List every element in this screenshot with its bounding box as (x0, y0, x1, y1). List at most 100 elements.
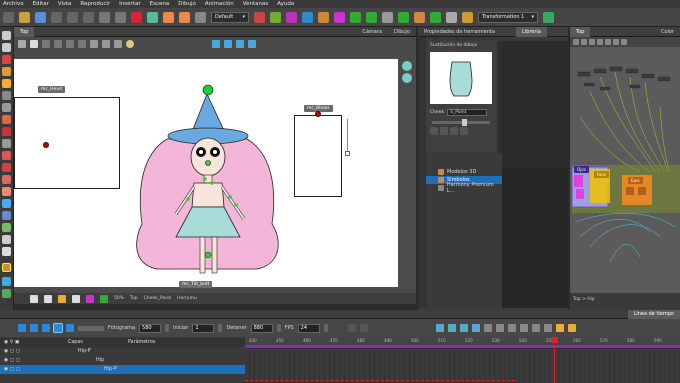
palette-icon[interactable] (462, 11, 473, 23)
detener-input[interactable]: 880 (250, 323, 273, 333)
shift-icon[interactable] (430, 11, 441, 23)
menu-item[interactable]: Vista (58, 1, 72, 7)
brush-tool-icon[interactable] (2, 55, 11, 64)
hand-tool-icon[interactable] (2, 235, 11, 244)
menu-item[interactable]: Editar (33, 1, 49, 7)
delete-drawing-icon[interactable] (460, 127, 468, 135)
keyframe-icon[interactable] (366, 11, 377, 23)
blinks-pivot-point[interactable] (315, 111, 321, 117)
tab-node-top[interactable]: Top (570, 26, 591, 37)
curve-icon[interactable] (347, 324, 356, 332)
morph-tool-icon[interactable] (2, 277, 11, 286)
pivot-tool-icon[interactable] (2, 211, 11, 220)
light-icon[interactable] (446, 11, 457, 23)
menu-item[interactable]: Archivo (3, 1, 24, 7)
onion-skin-icon[interactable] (58, 294, 66, 303)
peg-icon[interactable] (270, 11, 281, 23)
envelope-icon[interactable] (350, 11, 361, 23)
zoom-tool-icon[interactable] (2, 247, 11, 256)
next-drawing-icon[interactable] (440, 127, 448, 135)
motion-icon[interactable] (543, 324, 552, 332)
menu-item[interactable]: Reproducir (80, 1, 110, 7)
order-icon[interactable] (248, 40, 256, 48)
substitution-slider-handle[interactable] (462, 119, 467, 126)
library-item-harmony-premium[interactable]: Harmony Premium L... (426, 182, 502, 194)
arrange-icon[interactable] (236, 40, 244, 48)
play-icon[interactable] (18, 324, 26, 332)
text-tool-icon[interactable] (2, 103, 11, 112)
menu-item[interactable]: Escena (150, 1, 170, 7)
layer-toggles[interactable]: ◉ ▢ ▢ (0, 367, 68, 372)
flip-icon[interactable] (102, 40, 110, 48)
rig-visibility-icon[interactable] (86, 294, 94, 303)
workspace-select[interactable]: Default ▾ (211, 11, 249, 23)
pencil-icon[interactable] (179, 11, 190, 23)
motion-icon[interactable] (519, 324, 528, 332)
node-ojos[interactable]: Ojos (574, 166, 589, 173)
onion-icon[interactable] (414, 11, 425, 23)
add-drawing-icon[interactable] (450, 127, 458, 135)
menu-item[interactable]: Ventanas (243, 1, 268, 7)
ease-icon[interactable] (359, 324, 368, 332)
cut-tool-icon[interactable] (398, 11, 409, 23)
stepper-icon[interactable] (323, 324, 328, 332)
gear-icon[interactable] (30, 40, 38, 48)
key-icon[interactable] (459, 324, 468, 332)
layer-row[interactable]: ◉ ▢ ▢ Hip (0, 356, 245, 365)
camera-stage[interactable]: mc_Head mc_Blinks mc_Tilt_bott (14, 59, 398, 289)
library-content-area[interactable] (502, 168, 568, 308)
pointer-icon[interactable] (54, 40, 62, 48)
cut-icon[interactable] (51, 11, 62, 23)
frame-cells[interactable] (245, 349, 680, 383)
layer-row[interactable]: ◉ ▢ ▢ Hip-P (0, 347, 245, 356)
character-drawing[interactable] (132, 79, 282, 289)
cell-value[interactable]: S_Point (447, 109, 488, 116)
redo-icon[interactable] (115, 11, 126, 23)
ellipse-icon[interactable] (126, 40, 134, 48)
stroke-tool-icon[interactable] (2, 151, 11, 160)
menu-item[interactable]: Dibujo (178, 1, 196, 7)
sound-icon[interactable] (53, 323, 63, 333)
motion-icon[interactable] (483, 324, 492, 332)
motion-icon[interactable] (531, 324, 540, 332)
fotograma-input[interactable]: 580 (139, 323, 162, 333)
layer-toggles[interactable]: ◉ ▢ ▢ (0, 358, 68, 363)
bulb-icon[interactable] (44, 294, 52, 303)
eye-icon[interactable] (402, 73, 412, 83)
head-control-box[interactable] (14, 97, 120, 189)
tab-tool-properties[interactable]: Propiedades de herramienta (418, 27, 516, 37)
node-tool-icon[interactable] (613, 39, 619, 45)
select-tool-icon[interactable] (2, 31, 11, 40)
contour-tool-icon[interactable] (2, 43, 11, 52)
stepper-icon[interactable] (218, 324, 223, 332)
save-icon[interactable] (35, 11, 46, 23)
undo-icon[interactable] (99, 11, 110, 23)
onion-icon[interactable] (555, 324, 564, 332)
transform-tool-icon[interactable] (2, 199, 11, 208)
brush-icon[interactable] (163, 11, 174, 23)
menu-item[interactable]: Insertar (119, 1, 140, 7)
tab-library[interactable]: Librería (516, 26, 547, 37)
frames-area[interactable]: 440 450 460 470 480 490 500 510 520 530 540 550 560 5… (245, 337, 680, 383)
menu-item[interactable]: Animación (205, 1, 234, 7)
delete-icon[interactable] (131, 11, 142, 23)
substitution-slider[interactable] (432, 119, 490, 126)
rotate-icon[interactable] (114, 40, 122, 48)
node-face[interactable]: Face (594, 171, 610, 178)
playhead[interactable] (554, 337, 555, 383)
layer-icon[interactable] (147, 11, 158, 23)
deform-icon[interactable] (286, 11, 297, 23)
record-icon[interactable] (254, 11, 265, 23)
motion-icon[interactable] (507, 324, 516, 332)
rigging-tool-icon[interactable] (2, 223, 11, 232)
copy-icon[interactable] (66, 40, 74, 48)
playhead-handle[interactable] (551, 337, 558, 343)
deformer-visibility-icon[interactable] (100, 294, 108, 303)
head-pivot-point[interactable] (43, 142, 49, 148)
select-icon[interactable] (18, 40, 26, 48)
tab-top[interactable]: Top (14, 26, 35, 37)
slider-handle[interactable] (345, 151, 350, 156)
bone-tool-icon[interactable] (2, 263, 11, 272)
palette-icon[interactable] (72, 294, 80, 303)
node-tool-icon[interactable] (597, 39, 603, 45)
